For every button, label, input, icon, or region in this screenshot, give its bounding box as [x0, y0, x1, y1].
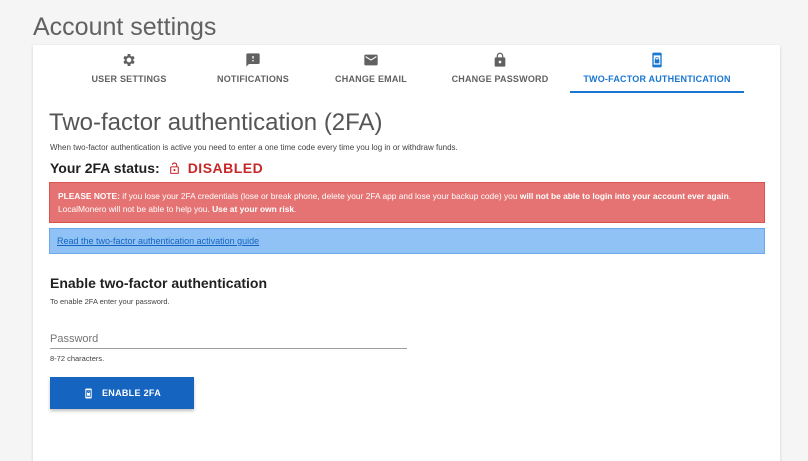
enable-heading: Enable two-factor authentication	[50, 275, 268, 291]
activation-guide-link[interactable]: Read the two-factor authentication activ…	[57, 236, 259, 246]
active-tab-indicator	[570, 91, 744, 93]
page-title: Account settings	[33, 13, 217, 41]
tab-two-factor-authentication[interactable]: TWO-FACTOR AUTHENTICATION	[570, 45, 744, 95]
lock-icon	[494, 52, 506, 67]
gear-icon	[123, 54, 135, 66]
tab-label: NOTIFICATIONS	[217, 74, 289, 84]
twofa-status: Your 2FA status: DISABLED	[50, 160, 263, 176]
alert-prefix: PLEASE NOTE:	[58, 191, 120, 201]
alert-emphasis: Use at your own risk	[212, 204, 295, 214]
email-icon	[364, 54, 378, 66]
tab-label: TWO-FACTOR AUTHENTICATION	[583, 74, 731, 84]
password-field[interactable]	[50, 329, 407, 349]
unlocked-lock-icon	[169, 162, 179, 174]
tab-change-password[interactable]: CHANGE PASSWORD	[445, 45, 555, 95]
phone-lock-icon	[652, 52, 662, 68]
tab-label: CHANGE EMAIL	[335, 74, 407, 84]
tab-change-email[interactable]: CHANGE EMAIL	[321, 45, 421, 95]
password-hint: 8-72 characters.	[50, 354, 105, 363]
warning-alert: PLEASE NOTE: if you lose your 2FA creden…	[49, 182, 765, 223]
notification-icon	[246, 53, 260, 67]
tab-label: CHANGE PASSWORD	[451, 74, 549, 84]
enable-2fa-button[interactable]: ENABLE 2FA	[50, 377, 194, 409]
alert-text: .	[294, 204, 297, 214]
tab-label: USER SETTINGS	[91, 74, 167, 84]
status-label: Your 2FA status:	[50, 160, 160, 176]
alert-text: if you lose your 2FA credentials (lose o…	[119, 191, 520, 201]
alert-emphasis: will not be able to login into your acco…	[519, 191, 729, 201]
tab-notifications[interactable]: NOTIFICATIONS	[203, 45, 303, 95]
intro-text: When two-factor authentication is active…	[50, 143, 458, 152]
tab-user-settings[interactable]: USER SETTINGS	[79, 45, 179, 95]
phone-lock-icon	[85, 387, 92, 399]
settings-card: USER SETTINGS NOTIFICATIONS CHANGE EMAIL…	[33, 45, 780, 461]
info-alert: Read the two-factor authentication activ…	[49, 228, 765, 254]
section-heading: Two-factor authentication (2FA)	[49, 109, 383, 136]
settings-tabs: USER SETTINGS NOTIFICATIONS CHANGE EMAIL…	[33, 45, 780, 95]
enable-2fa-label: ENABLE 2FA	[101, 388, 161, 398]
enable-hint: To enable 2FA enter your password.	[50, 297, 170, 306]
status-badge: DISABLED	[187, 160, 264, 176]
